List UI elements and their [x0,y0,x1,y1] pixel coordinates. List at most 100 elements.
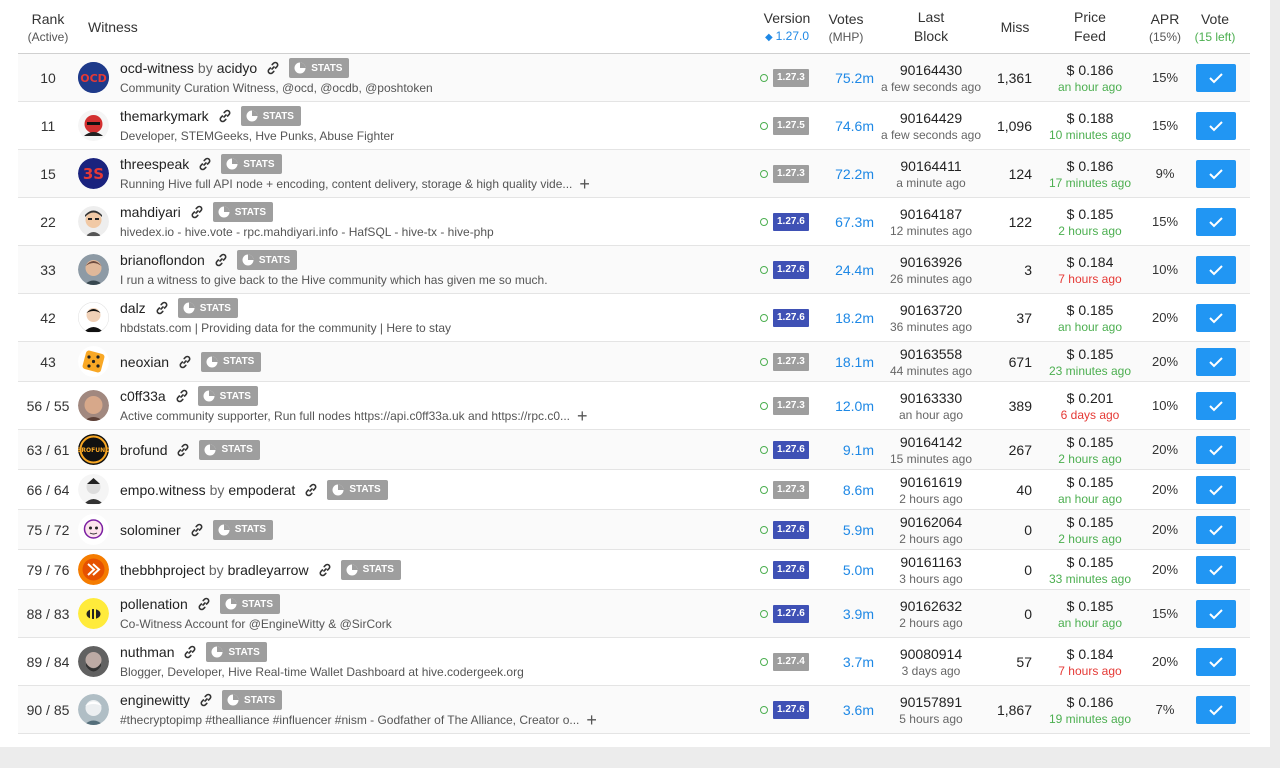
avatar[interactable] [78,102,110,149]
vote-button[interactable] [1196,111,1236,140]
avatar[interactable] [78,246,110,293]
stats-button[interactable]: STATS [221,154,282,174]
vote-button[interactable] [1196,391,1236,420]
vote-button[interactable] [1196,695,1236,724]
last-block-number[interactable]: 90163558 [900,345,962,363]
last-block-number[interactable]: 90157891 [900,693,962,711]
link-icon[interactable] [182,644,198,660]
witness-name[interactable]: themarkymark [120,108,209,124]
last-block-number[interactable]: 90163330 [900,389,962,407]
witness-name[interactable]: ocd-witness [120,60,194,76]
votes-link[interactable]: 3.7m [820,638,874,685]
vote-button[interactable] [1196,435,1236,464]
votes-link[interactable]: 67.3m [820,198,874,245]
avatar[interactable]: OCD [78,54,110,101]
witness-owner[interactable]: empoderat [228,482,295,498]
link-icon[interactable] [196,596,212,612]
witness-owner[interactable]: bradleyarrow [228,562,309,578]
stats-button[interactable]: STATS [219,594,281,614]
link-icon[interactable] [175,442,191,458]
link-icon[interactable] [198,692,214,708]
witness-owner[interactable]: acidyo [217,60,257,76]
expand-plus-icon[interactable]: + [577,407,588,425]
last-block-number[interactable]: 90163926 [900,253,962,271]
avatar[interactable] [78,638,110,685]
vote-button[interactable] [1196,347,1236,376]
avatar[interactable] [78,294,110,341]
link-icon[interactable] [265,60,281,76]
vote-button[interactable] [1196,599,1236,628]
vote-button[interactable] [1196,207,1236,236]
stats-button[interactable]: STATS [222,690,283,710]
stats-button[interactable]: STATS [201,351,262,372]
stats-button[interactable]: STATS [289,58,350,78]
witness-name[interactable]: brianoflondon [120,252,205,268]
avatar[interactable] [78,382,110,429]
header-price-feed[interactable]: Price Feed [1050,0,1130,54]
header-witness[interactable]: Witness [88,0,138,54]
stats-button[interactable]: STATS [199,439,260,460]
link-icon[interactable] [177,354,193,370]
last-block-number[interactable]: 90164430 [900,61,962,79]
witness-name[interactable]: solominer [120,522,181,538]
stats-button[interactable]: STATS [236,250,298,270]
last-block-number[interactable]: 90164142 [900,433,962,451]
witness-name[interactable]: dalz [120,300,146,316]
avatar[interactable] [78,470,110,509]
header-miss[interactable]: Miss [994,0,1036,54]
link-icon[interactable] [189,522,205,538]
link-icon[interactable] [174,388,190,404]
link-icon[interactable] [317,562,333,578]
header-rank[interactable]: Rank (Active) [18,0,78,54]
witness-name[interactable]: nuthman [120,644,174,660]
header-version[interactable]: Version ◆ 1.27.0 [757,0,817,54]
link-icon[interactable] [197,156,213,172]
avatar[interactable]: BROFUND [78,430,110,469]
votes-link[interactable]: 74.6m [820,102,874,149]
avatar[interactable]: 3S [78,150,110,197]
witness-name[interactable]: neoxian [120,354,169,370]
stats-button[interactable]: STATS [240,106,301,126]
last-block-number[interactable]: 90164411 [900,157,961,175]
votes-link[interactable]: 12.0m [820,382,874,429]
stats-button[interactable]: STATS [177,298,238,318]
vote-button[interactable] [1196,555,1236,584]
last-block-number[interactable]: 90164429 [900,109,962,127]
avatar[interactable] [78,198,110,245]
header-apr[interactable]: APR (15%) [1144,0,1186,54]
witness-name[interactable]: brofund [120,442,167,458]
avatar[interactable] [78,686,110,733]
link-icon[interactable] [303,482,319,498]
vote-button[interactable] [1196,63,1236,92]
last-block-number[interactable]: 90161619 [900,473,962,491]
votes-link[interactable]: 24.4m [820,246,874,293]
vote-button[interactable] [1196,159,1236,188]
header-last-block[interactable]: Last Block [895,0,967,54]
votes-link[interactable]: 75.2m [820,54,874,101]
votes-link[interactable]: 5.0m [820,550,874,589]
last-block-number[interactable]: 90161163 [900,553,961,571]
avatar[interactable] [78,342,110,381]
vote-button[interactable] [1196,255,1236,284]
votes-link[interactable]: 3.9m [820,590,874,637]
last-block-number[interactable]: 90162064 [900,513,962,531]
last-block-number[interactable]: 90080914 [900,645,962,663]
expand-plus-icon[interactable]: + [579,175,590,193]
witness-name[interactable]: empo.witness [120,482,206,498]
expand-plus-icon[interactable]: + [586,711,597,729]
last-block-number[interactable]: 90163720 [900,301,962,319]
witness-name[interactable]: enginewitty [120,692,190,708]
witness-name[interactable]: thebbhproject [120,562,205,578]
stats-button[interactable]: STATS [197,386,258,406]
votes-link[interactable]: 9.1m [820,430,874,469]
votes-link[interactable]: 72.2m [820,150,874,197]
avatar[interactable] [78,550,110,589]
avatar[interactable] [78,510,110,549]
link-icon[interactable] [213,252,229,268]
stats-button[interactable]: STATS [212,202,273,222]
stats-button[interactable]: STATS [206,642,267,662]
vote-button[interactable] [1196,303,1236,332]
witness-name[interactable]: c0ff33a [120,388,166,404]
vote-button[interactable] [1196,515,1236,544]
last-block-number[interactable]: 90164187 [900,205,962,223]
